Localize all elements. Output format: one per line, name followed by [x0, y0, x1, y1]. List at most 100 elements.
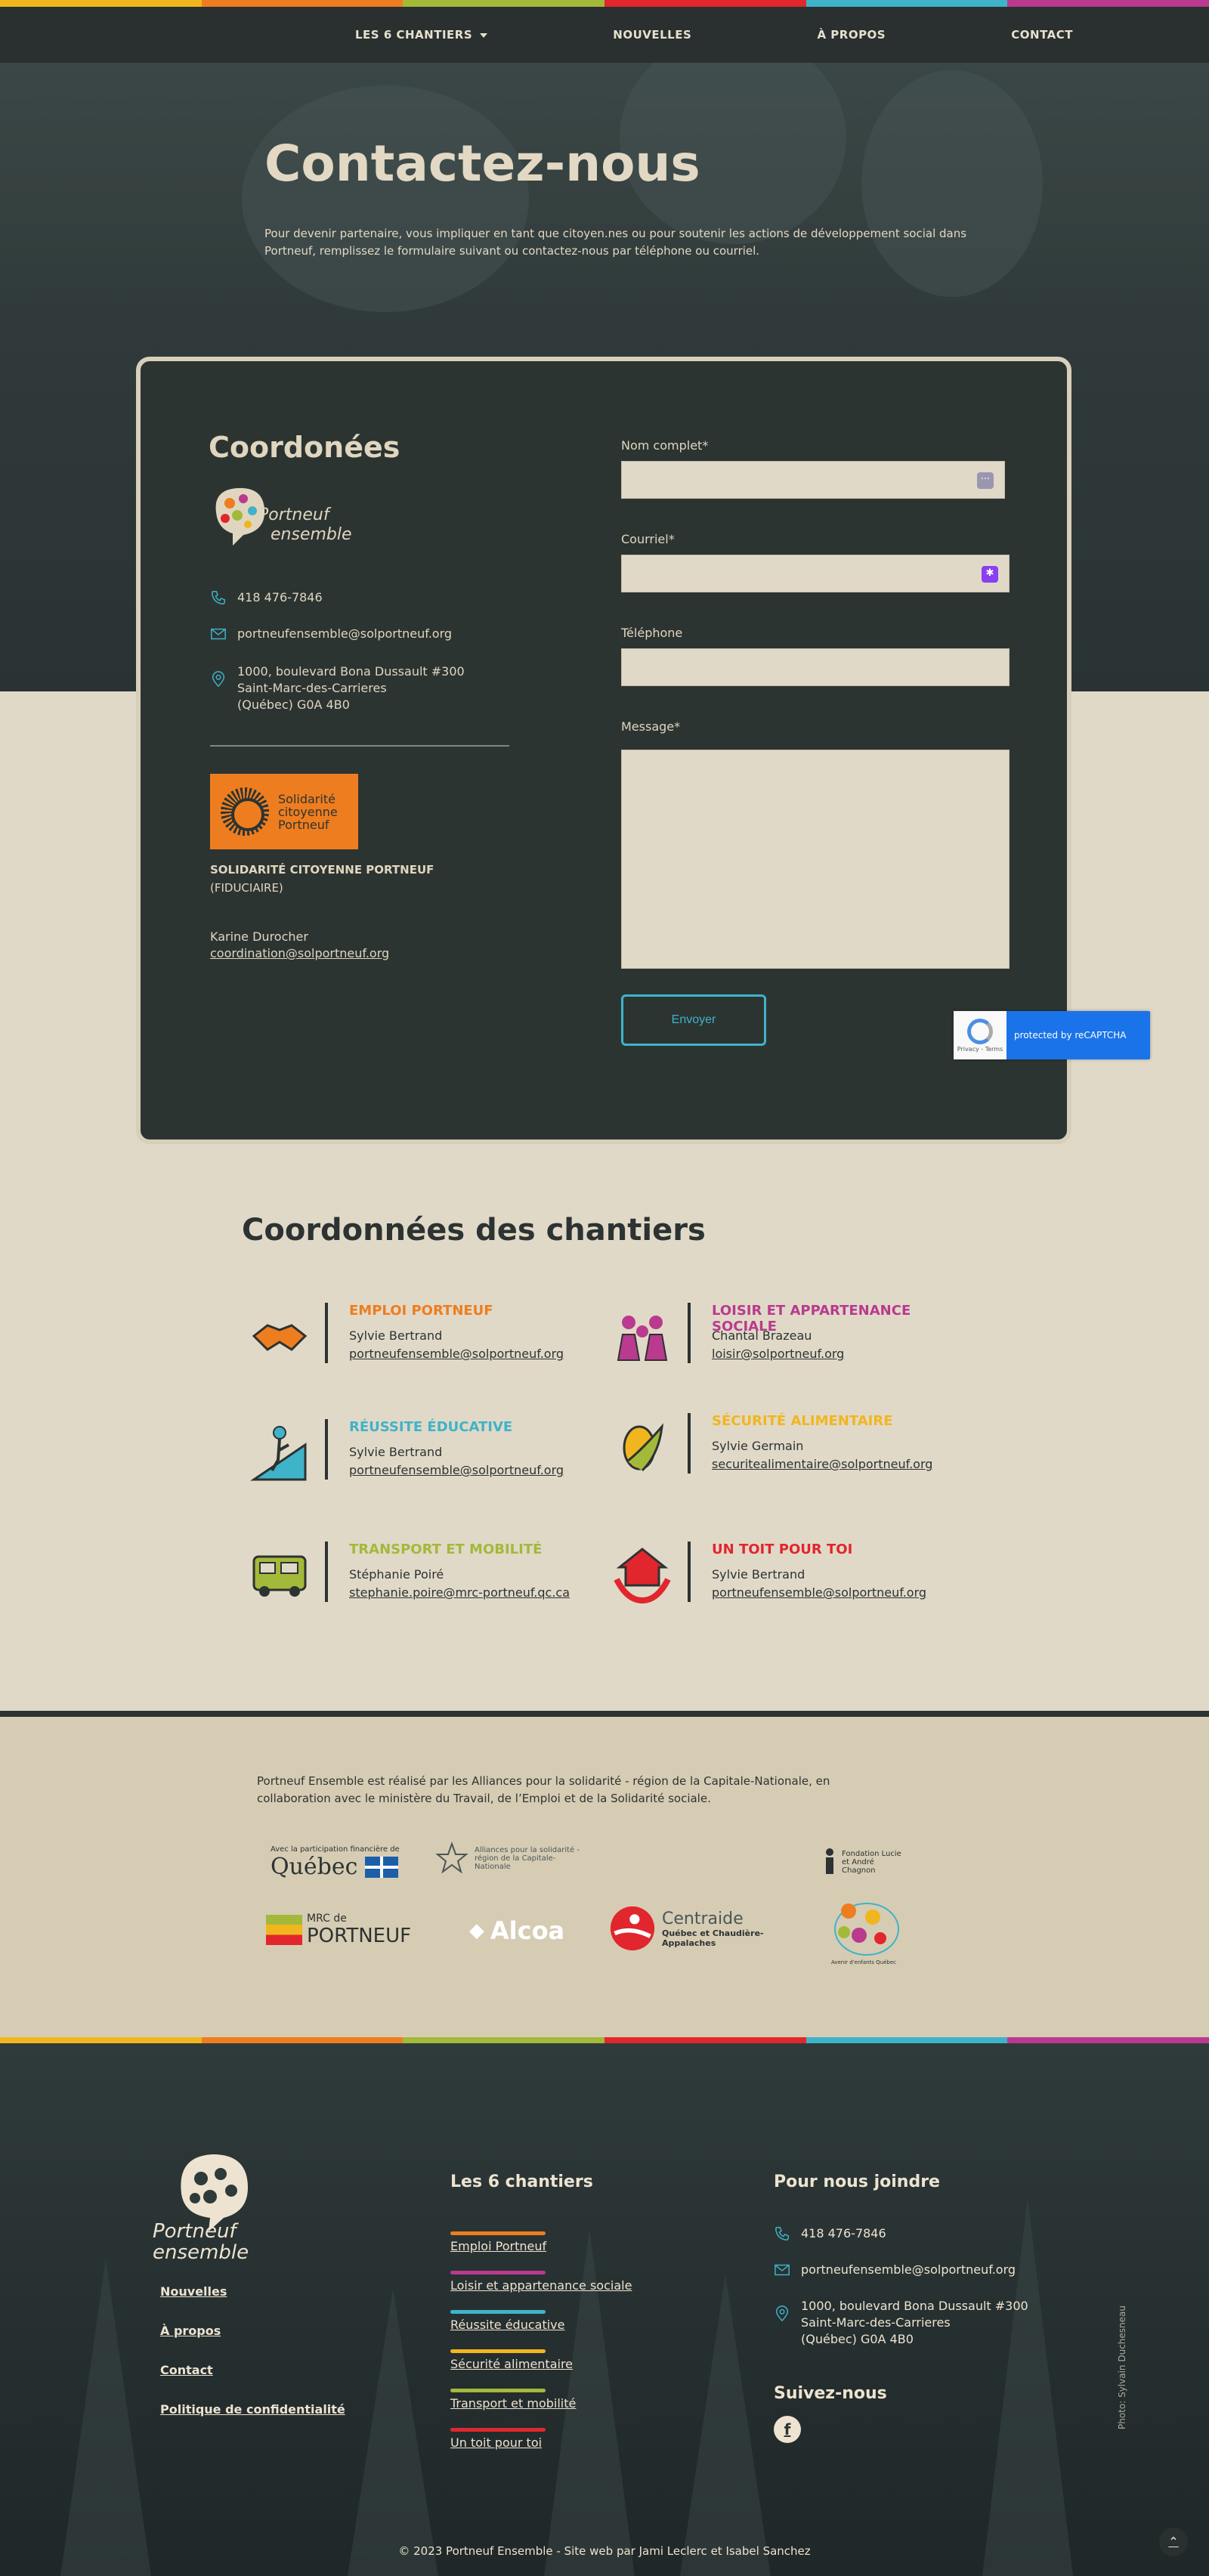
nav-les-6-chantiers[interactable]: LES 6 CHANTIERS — [355, 28, 488, 42]
band-yellow — [0, 0, 202, 7]
footer-chantier-link[interactable]: Emploi Portneuf — [450, 2231, 546, 2253]
chantier-email-link[interactable]: portneufensemble@solportneuf.org — [349, 1347, 564, 1361]
hero-photo-shape — [242, 85, 529, 312]
band-cyan — [805, 0, 1008, 7]
footer-chantier-label: Un toit pour toi — [450, 2435, 543, 2450]
chantier-contact-name: Sylvie Germain — [712, 1439, 804, 1453]
quebec-flag-icon — [365, 1856, 399, 1878]
address-line: Saint-Marc-des-Carrieres — [801, 2315, 951, 2330]
email-input[interactable]: ✱ — [621, 555, 1010, 592]
address-line: 1000, boulevard Bona Dussault #300 — [801, 2299, 1028, 2313]
footer-chantier-link[interactable]: Loisir et appartenance sociale — [450, 2271, 632, 2293]
color-underline — [450, 2349, 546, 2353]
logo-text-line: Solidarité — [278, 791, 335, 806]
footer-link-nouvelles[interactable]: Nouvelles — [160, 2284, 227, 2299]
chantier-email-link[interactable]: portneufensemble@solportneuf.org — [712, 1585, 926, 1600]
phone-label: Téléphone — [621, 626, 683, 640]
footer-chantier-link[interactable]: Sécurité alimentaire — [450, 2349, 573, 2371]
email-text[interactable]: portneufensemble@solportneuf.org — [237, 626, 452, 642]
phone-icon — [212, 591, 225, 605]
back-to-top-button[interactable]: ⌃ — [1159, 2528, 1188, 2556]
location-pin-icon — [775, 2305, 789, 2322]
footer-phone: 418 476-7846 — [774, 2225, 886, 2242]
footer-link-a-propos[interactable]: À propos — [160, 2324, 221, 2338]
phone-icon — [775, 2227, 789, 2240]
footer-chantier-link[interactable]: Transport et mobilité — [450, 2389, 576, 2411]
band-orange — [201, 2037, 404, 2043]
chantier-divider — [688, 1413, 691, 1474]
fiducie-name: SOLIDARITÉ CITOYENNE PORTNEUF — [210, 863, 434, 877]
fiducie-subtitle: (FIDUCIAIRE) — [210, 881, 283, 895]
centraide-sub: Québec et Chaudière-Appalaches — [662, 1928, 764, 1948]
top-navigation-bar: LES 6 CHANTIERS NOUVELLES À PROPOS CONTA… — [0, 7, 1209, 63]
name-input[interactable]: ··· — [621, 461, 1005, 499]
footer-phone-text[interactable]: 418 476-7846 — [801, 2225, 886, 2242]
people-group-icon — [617, 1316, 668, 1361]
color-underline — [450, 2231, 546, 2235]
address-block: 1000, boulevard Bona Dussault #300 Saint… — [237, 663, 465, 713]
mrc-color-icon — [266, 1915, 302, 1945]
solidarite-logo-text: Solidarité citoyenne Portneuf — [278, 793, 338, 831]
color-underline — [450, 2271, 546, 2274]
footer-link-contact[interactable]: Contact — [160, 2363, 213, 2377]
chantier-title: TRANSPORT ET MOBILITÉ — [349, 1542, 543, 1557]
recaptcha-badge[interactable]: Privacy - Terms protected by reCAPTCHA — [954, 1011, 1150, 1059]
chantier-email-link[interactable]: loisir@solportneuf.org — [712, 1347, 844, 1361]
chantier-email-link[interactable]: stephanie.poire@mrc-portneuf.qc.ca — [349, 1585, 570, 1600]
footer-email-text[interactable]: portneufensemble@solportneuf.org — [801, 2262, 1016, 2278]
chantier-contact-name: Chantal Brazeau — [712, 1328, 812, 1343]
corn-icon — [623, 1423, 664, 1472]
divider — [210, 745, 509, 747]
quebec-small-text: Avec la participation financière de — [271, 1845, 400, 1854]
nav-nouvelles[interactable]: NOUVELLES — [613, 28, 691, 42]
svg-text:ensemble: ensemble — [271, 525, 352, 544]
chantier-email-link[interactable]: portneufensemble@solportneuf.org — [349, 1463, 564, 1477]
fiducie-contact-name: Karine Durocher — [210, 929, 308, 944]
footer-chantier-link[interactable]: Réussite éducative — [450, 2310, 565, 2332]
address-line: (Québec) G0A 4B0 — [237, 697, 350, 712]
nav-contact[interactable]: CONTACT — [1011, 28, 1073, 42]
submit-button[interactable]: Envoyer — [621, 994, 766, 1046]
recaptcha-links[interactable]: Privacy - Terms — [957, 1046, 1003, 1053]
forest-shape — [348, 2289, 438, 2576]
address-line: Saint-Marc-des-Carrieres — [237, 681, 387, 695]
footer-address: 1000, boulevard Bona Dussault #300 Saint… — [774, 2298, 1028, 2348]
autofill-icon[interactable]: ✱ — [982, 566, 998, 583]
footer-chantier-link[interactable]: Un toit pour toi — [450, 2428, 546, 2450]
star-icon — [435, 1842, 468, 1874]
svg-text:Portneuf: Portneuf — [153, 2220, 239, 2243]
page-intro: Pour devenir partenaire, vous impliquer … — [264, 227, 967, 258]
alcoa-logo: ◆ Alcoa — [456, 1912, 577, 1950]
partners-text: Portneuf Ensemble est réalisé par les Al… — [257, 1774, 830, 1805]
centraide-logo: Centraide Québec et Chaudière-Appalaches — [609, 1898, 775, 1959]
facebook-icon[interactable]: f — [774, 2416, 801, 2443]
chantier-divider — [688, 1542, 691, 1602]
page-title: Contactez-nous — [264, 135, 700, 193]
mrc-wordmark: PORTNEUF — [307, 1925, 412, 1947]
phone-text[interactable]: 418 476-7846 — [237, 589, 323, 606]
phone-input[interactable] — [621, 648, 1010, 686]
card-phone: 418 476-7846 — [210, 589, 323, 606]
footer-chantier-label: Réussite éducative — [450, 2318, 565, 2332]
fondation-text: Fondation Lucie et André Chagnon — [842, 1849, 901, 1875]
chantier-card: SÉCURITÉ ALIMENTAIRE Sylvie Germain securi… — [612, 1413, 960, 1496]
house-hands-icon — [614, 1548, 671, 1604]
message-textarea[interactable] — [621, 750, 1010, 969]
footer-link-confidentialite[interactable]: Politique de confidentialité — [160, 2402, 345, 2417]
alcoa-wordmark: Alcoa — [490, 1916, 565, 1945]
footer-email: portneufensemble@solportneuf.org — [774, 2262, 1016, 2278]
band-cyan — [805, 2037, 1008, 2043]
avenir-text: Avenir d'enfants Québec — [830, 1959, 897, 1965]
chantier-email-link[interactable]: securitealimentaire@solportneuf.org — [712, 1457, 932, 1471]
footer-address-block: 1000, boulevard Bona Dussault #300 Saint… — [801, 2298, 1028, 2348]
hero-photo-shape — [861, 70, 1043, 297]
band-yellow — [0, 2037, 202, 2043]
password-manager-icon[interactable]: ··· — [977, 472, 994, 489]
photo-credit: Photo: Sylvain Duchesneau — [1117, 2305, 1127, 2429]
nav-a-propos[interactable]: À PROPOS — [817, 28, 886, 42]
message-label: Message* — [621, 719, 681, 734]
envelope-icon — [211, 628, 226, 640]
color-underline — [450, 2428, 546, 2432]
fiducie-email-link[interactable]: coordination@solportneuf.org — [210, 946, 389, 960]
contact-card: Coordonées Portneuf ensemble 418 476-784… — [136, 357, 1071, 1144]
